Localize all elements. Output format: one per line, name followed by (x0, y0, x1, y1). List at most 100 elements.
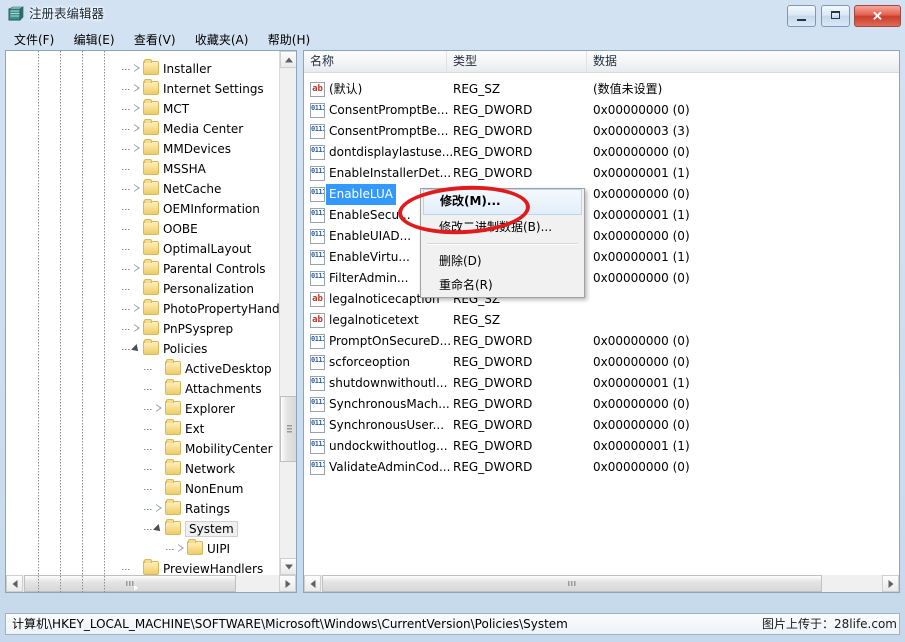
tree-item-personalization[interactable]: Personalization (132, 279, 254, 299)
tree-item-network[interactable]: Network (154, 459, 235, 479)
table-row[interactable]: 011100undockwithoutlog...REG_DWORD0x0000… (304, 436, 899, 457)
table-row[interactable]: ab(默认)REG_SZ(数值未设置) (304, 79, 899, 100)
column-header-name[interactable]: 名称 (304, 51, 447, 72)
tree-item-optimallayout[interactable]: OptimalLayout (132, 239, 251, 259)
chevron-right-icon[interactable] (132, 184, 141, 193)
chevron-right-icon[interactable] (132, 124, 141, 133)
tree-connector (122, 269, 131, 270)
menu-help[interactable]: 帮助(H) (260, 30, 318, 50)
tree-connector (144, 469, 153, 470)
tree-hscroll-thumb[interactable] (24, 575, 236, 592)
tree-scroll-up-button[interactable] (280, 51, 297, 68)
tree-item-explorer[interactable]: Explorer (154, 399, 235, 419)
table-row[interactable]: 011100EnableUIAD...REG_DWORD0x00000000 (… (304, 226, 899, 247)
chevron-down-icon[interactable] (154, 524, 163, 533)
tree-scroll-right-button[interactable] (279, 575, 296, 592)
cell-value-name: EnableVirtu... (329, 247, 410, 268)
tree-connector (144, 369, 153, 370)
tree-item-pnpsysprep[interactable]: PnPSysprep (132, 319, 233, 339)
registry-tree[interactable]: InstallerInternet SettingsMCTMedia Cente… (6, 51, 281, 592)
column-header-data[interactable]: 数据 (587, 51, 899, 72)
tree-scroll-down-button[interactable] (280, 558, 297, 575)
folder-icon (143, 221, 159, 235)
tree-item-netcache[interactable]: NetCache (132, 179, 221, 199)
chevron-right-icon[interactable] (132, 104, 141, 113)
menu-edit[interactable]: 编辑(E) (66, 30, 123, 50)
table-row[interactable]: 011100EnableLUAREG_DWORD0x00000000 (0) (304, 184, 899, 205)
tree-scroll-thumb[interactable] (280, 396, 297, 462)
tree-item-oobe[interactable]: OOBE (132, 219, 198, 239)
tree-item-mobilitycenter[interactable]: MobilityCenter (154, 439, 273, 459)
tree-item-parental-controls[interactable]: Parental Controls (132, 259, 266, 279)
tree-item-mct[interactable]: MCT (132, 99, 189, 119)
folder-icon (165, 461, 181, 475)
ctx-modify-binary[interactable]: 修改二进制数据(B)... (423, 215, 582, 239)
table-row[interactable]: 011100ConsentPromptBe...REG_DWORD0x00000… (304, 100, 899, 121)
table-row[interactable]: 011100ValidateAdminCod...REG_DWORD0x0000… (304, 457, 899, 478)
menu-file[interactable]: 文件(F) (6, 30, 62, 50)
table-row[interactable]: 011100SynchronousUser...REG_DWORD0x00000… (304, 415, 899, 436)
tree-item-policies[interactable]: Policies (132, 339, 207, 359)
tree-scroll-left-button[interactable] (6, 575, 23, 592)
tree-item-photopropertyhand[interactable]: PhotoPropertyHand (132, 299, 280, 319)
tree-item-mmdevices[interactable]: MMDevices (132, 139, 231, 159)
ctx-delete[interactable]: 删除(D) (423, 249, 582, 273)
folder-icon (165, 401, 181, 415)
minimize-button[interactable] (787, 5, 816, 27)
list-horizontal-scrollbar[interactable] (304, 575, 899, 592)
ctx-modify[interactable]: 修改(M)... (423, 189, 582, 215)
table-row[interactable]: 011100dontdisplaylastuse...REG_DWORD0x00… (304, 142, 899, 163)
close-button[interactable]: ✕ (854, 5, 901, 27)
tree-item-ext[interactable]: Ext (154, 419, 204, 439)
tree-connector (122, 209, 131, 210)
tree-item-system[interactable]: System (154, 519, 238, 539)
tree-item-uipi[interactable]: UIPI (176, 539, 230, 559)
table-row[interactable]: 011100shutdownwithoutl...REG_DWORD0x0000… (304, 373, 899, 394)
table-row[interactable]: 011100EnableSecu...REG_DWORD0x00000001 (… (304, 205, 899, 226)
title-bar[interactable]: 注册表编辑器 ✕ (0, 0, 905, 30)
tree-item-internet-settings[interactable]: Internet Settings (132, 79, 264, 99)
menu-view[interactable]: 查看(V) (126, 30, 184, 50)
tree-item-media-center[interactable]: Media Center (132, 119, 243, 139)
menu-favorites[interactable]: 收藏夹(A) (187, 30, 257, 50)
table-row[interactable]: ablegalnoticecaptionREG_SZ (304, 289, 899, 310)
table-row[interactable]: ablegalnoticetextREG_SZ (304, 310, 899, 331)
cell-value-data: 0x00000001 (1) (593, 436, 690, 457)
list-scroll-right-button[interactable] (882, 575, 899, 592)
chevron-right-icon[interactable] (132, 264, 141, 273)
chevron-down-icon[interactable] (132, 344, 141, 353)
table-row[interactable]: 011100EnableVirtu...REG_DWORD0x00000001 … (304, 247, 899, 268)
table-row[interactable]: 011100FilterAdmin...REG_DWORD0x00000000 … (304, 268, 899, 289)
column-header-type[interactable]: 类型 (447, 51, 587, 72)
list-scroll-left-button[interactable] (304, 575, 321, 592)
chevron-right-icon[interactable] (154, 404, 163, 413)
chevron-right-icon[interactable] (176, 544, 185, 553)
table-row[interactable]: 011100ConsentPromptBe...REG_DWORD0x00000… (304, 121, 899, 142)
folder-icon (165, 481, 181, 495)
chevron-right-icon[interactable] (132, 324, 141, 333)
ctx-rename[interactable]: 重命名(R) (423, 273, 582, 297)
registry-tree-pane[interactable]: InstallerInternet SettingsMCTMedia Cente… (5, 50, 297, 593)
registry-values-pane[interactable]: 名称 类型 数据 ab(默认)REG_SZ(数值未设置)011100Consen… (303, 50, 900, 593)
tree-item-ratings[interactable]: Ratings (154, 499, 230, 519)
chevron-right-icon[interactable] (132, 304, 141, 313)
table-row[interactable]: 011100EnableInstallerDet...REG_DWORD0x00… (304, 163, 899, 184)
maximize-button[interactable] (821, 5, 850, 27)
tree-vertical-scrollbar[interactable] (279, 51, 296, 575)
tree-horizontal-scrollbar[interactable] (6, 575, 296, 592)
chevron-right-icon[interactable] (132, 144, 141, 153)
table-row[interactable]: 011100scforceoptionREG_DWORD0x00000000 (… (304, 352, 899, 373)
tree-item-activedesktop[interactable]: ActiveDesktop (154, 359, 272, 379)
chevron-right-icon[interactable] (132, 84, 141, 93)
tree-item-nonenum[interactable]: NonEnum (154, 479, 243, 499)
chevron-right-icon[interactable] (154, 504, 163, 513)
tree-item-mssha[interactable]: MSSHA (132, 159, 206, 179)
list-hscroll-thumb[interactable] (322, 575, 822, 592)
tree-item-oeminformation[interactable]: OEMInformation (132, 199, 260, 219)
table-row[interactable]: 011100SynchronousMach...REG_DWORD0x00000… (304, 394, 899, 415)
tree-item-installer[interactable]: Installer (132, 59, 211, 79)
tree-item-attachments[interactable]: Attachments (154, 379, 262, 399)
table-row[interactable]: 011100PromptOnSecureD...REG_DWORD0x00000… (304, 331, 899, 352)
chevron-right-icon[interactable] (132, 64, 141, 73)
context-menu[interactable]: 修改(M)... 修改二进制数据(B)... 删除(D) 重命名(R) (420, 188, 585, 298)
